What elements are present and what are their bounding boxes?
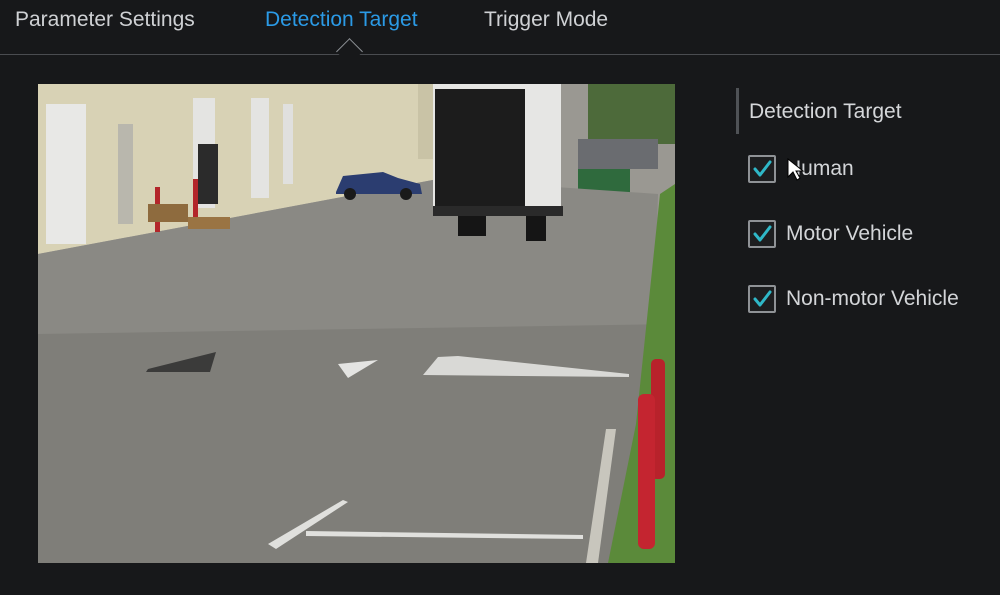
mouse-cursor-icon <box>787 157 805 187</box>
tab-parameter-settings[interactable]: Parameter Settings <box>15 8 195 32</box>
option-label-motor-vehicle: Motor Vehicle <box>786 222 914 245</box>
checkbox-checked-icon[interactable] <box>748 285 776 313</box>
camera-preview-image <box>38 84 675 563</box>
option-label-non-motor-vehicle: Non-motor Vehicle <box>786 287 959 310</box>
camera-preview <box>38 84 675 563</box>
checkbox-checked-icon[interactable] <box>748 220 776 248</box>
tab-detection-target[interactable]: Detection Target <box>265 8 418 32</box>
checkbox-checked-icon[interactable] <box>748 155 776 183</box>
tab-trigger-mode[interactable]: Trigger Mode <box>484 8 608 32</box>
tab-bar: Parameter Settings Detection Target Trig… <box>0 0 1000 55</box>
panel-title: Detection Target <box>736 88 902 134</box>
